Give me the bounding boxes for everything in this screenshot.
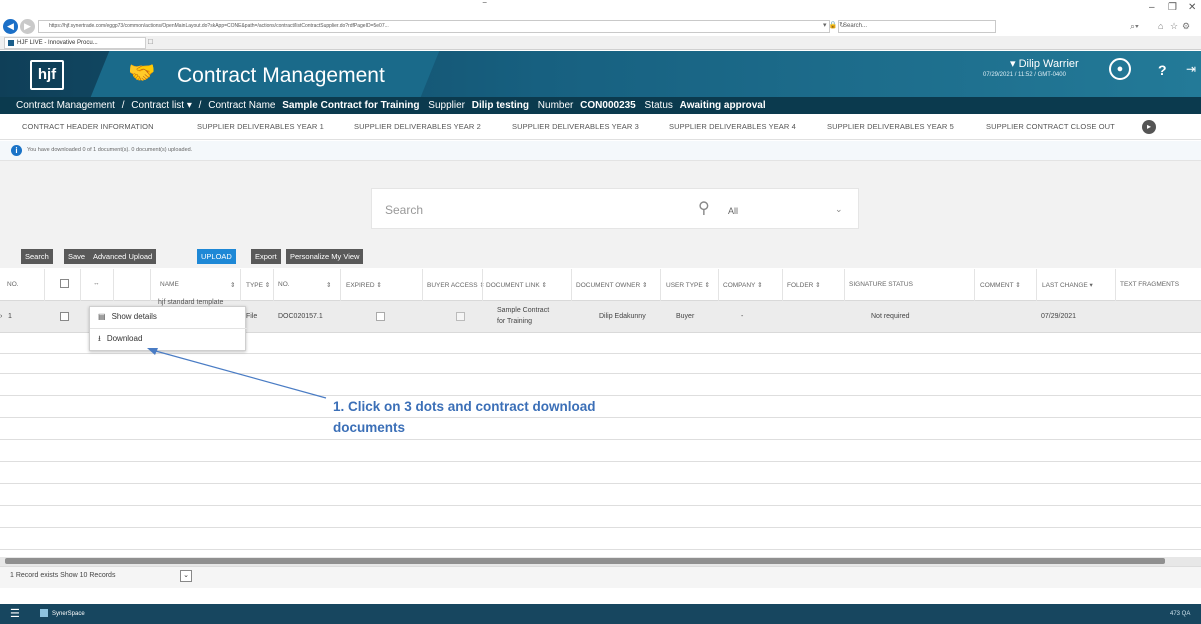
records-summary: 1 Record exists Show 10 Records <box>10 572 116 579</box>
taskbar <box>0 604 1201 624</box>
page-size-select[interactable]: ⌄ <box>180 570 192 582</box>
hamburger-menu-icon[interactable]: ☰ <box>10 607 20 620</box>
annotation-callout: 1. Click on 3 dots and contract download… <box>333 396 663 438</box>
synerspace-icon <box>40 609 48 618</box>
app-root: ‾ – ❐ ✕ ◀ ▶ https://hjf.synertrade.com/e… <box>0 0 1201 624</box>
taskbar-status: 473 QA <box>1170 611 1191 617</box>
annotation-line-2: documents <box>333 420 406 435</box>
annotation-line-1: 1. Click on 3 dots and contract download <box>333 399 596 414</box>
taskbar-app-name: SynerSpace <box>52 611 85 617</box>
scrollbar-thumb[interactable] <box>5 558 1165 564</box>
annotation-arrow-line <box>151 349 327 399</box>
annotation-arrow <box>147 348 327 399</box>
annotation-arrow-head <box>147 348 158 355</box>
taskbar-app[interactable]: SynerSpace <box>40 607 85 621</box>
